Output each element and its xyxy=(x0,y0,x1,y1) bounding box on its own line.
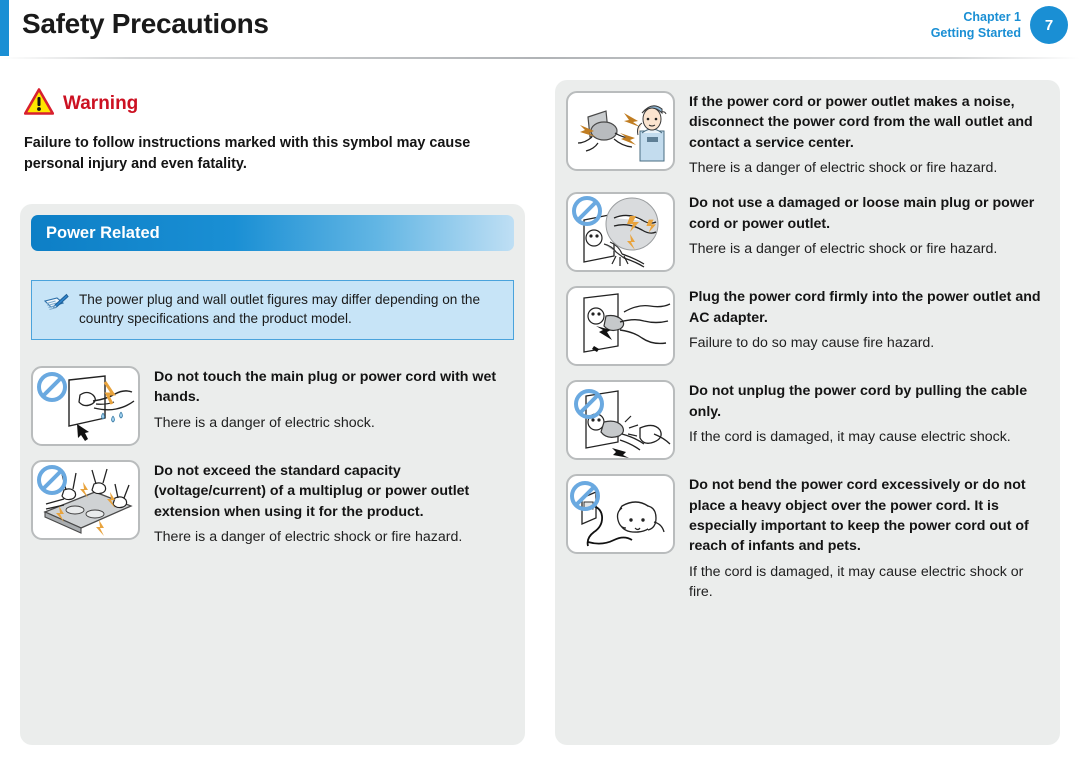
list-item: If the power cord or power outlet makes … xyxy=(566,91,1054,178)
warning-heading: Warning xyxy=(23,88,524,120)
page-number-badge: 7 xyxy=(1030,6,1068,44)
list-item-text: If the power cord or power outlet makes … xyxy=(689,91,1046,178)
note-pen-icon xyxy=(42,292,70,329)
list-item-desc: There is a danger of electric shock or f… xyxy=(689,159,998,176)
list-item-title: Do not unplug the power cord by pulling … xyxy=(689,383,1028,420)
left-item-list: Do not touch the main plug or power cord… xyxy=(31,366,519,561)
list-item-text: Do not bend the power cord excessively o… xyxy=(689,474,1046,602)
right-panel: If the power cord or power outlet makes … xyxy=(555,80,1060,745)
section-header-bar: Power Related xyxy=(31,215,514,251)
list-item-title: Do not touch the main plug or power cord… xyxy=(154,369,497,406)
warning-triangle-icon xyxy=(23,88,55,120)
pull-cable-icon xyxy=(566,380,675,461)
list-item-text: Do not use a damaged or loose main plug … xyxy=(689,192,1046,272)
right-item-list: If the power cord or power outlet makes … xyxy=(566,91,1054,616)
page-title: Safety Precautions xyxy=(22,8,269,39)
header-chapter-info: Chapter 1 Getting Started 7 xyxy=(931,6,1068,44)
list-item: Do not unplug the power cord by pulling … xyxy=(566,380,1054,461)
list-item-title: Plug the power cord firmly into the powe… xyxy=(689,289,1041,326)
warning-label: Warning xyxy=(63,93,139,114)
header-divider xyxy=(0,57,1080,59)
list-item-desc: If the cord is damaged, it may cause ele… xyxy=(689,563,1024,600)
plug-firmly-icon xyxy=(566,286,675,367)
chapter-lines: Chapter 1 Getting Started xyxy=(931,9,1021,41)
list-item-title: Do not use a damaged or loose main plug … xyxy=(689,195,1035,232)
note-box: The power plug and wall outlet figures m… xyxy=(31,280,514,340)
service-center-call-icon xyxy=(566,91,675,171)
list-item-text: Do not unplug the power cord by pulling … xyxy=(689,380,1046,460)
list-item-text: Do not touch the main plug or power cord… xyxy=(154,366,511,446)
wet-hands-plug-icon xyxy=(31,366,140,446)
multiplug-overload-icon xyxy=(31,460,140,540)
warning-description: Failure to follow instructions marked wi… xyxy=(24,135,471,172)
note-text: The power plug and wall outlet figures m… xyxy=(79,292,481,327)
list-item: Do not use a damaged or loose main plug … xyxy=(566,192,1054,273)
list-item: Plug the power cord firmly into the powe… xyxy=(566,286,1054,367)
page-header: Safety Precautions Chapter 1 Getting Sta… xyxy=(0,0,1080,58)
list-item-title: Do not bend the power cord excessively o… xyxy=(689,477,1029,555)
list-item: Do not bend the power cord excessively o… xyxy=(566,474,1054,602)
warning-block: Warning Failure to follow instructions m… xyxy=(23,88,524,174)
list-item-title: If the power cord or power outlet makes … xyxy=(689,94,1033,151)
left-panel: Power Related The power plug and wall ou… xyxy=(20,204,525,745)
header-accent-bar xyxy=(0,0,9,56)
list-item-desc: Failure to do so may cause fire hazard. xyxy=(689,334,935,351)
list-item-title: Do not exceed the standard capacity (vol… xyxy=(154,463,470,520)
list-item-text: Do not exceed the standard capacity (vol… xyxy=(154,460,511,547)
list-item: Do not touch the main plug or power cord… xyxy=(31,366,519,446)
section-label: Getting Started xyxy=(930,26,1021,40)
list-item-text: Plug the power cord firmly into the powe… xyxy=(689,286,1046,366)
list-item: Do not exceed the standard capacity (vol… xyxy=(31,460,519,547)
bend-cord-pet-icon xyxy=(566,474,675,555)
list-item-desc: There is a danger of electric shock or f… xyxy=(154,528,463,545)
manual-page: Safety Precautions Chapter 1 Getting Sta… xyxy=(0,0,1080,766)
list-item-desc: There is a danger of electric shock or f… xyxy=(689,240,998,257)
list-item-desc: If the cord is damaged, it may cause ele… xyxy=(689,428,1011,445)
chapter-label: Chapter 1 xyxy=(963,10,1021,24)
list-item-desc: There is a danger of electric shock. xyxy=(154,414,375,431)
damaged-plug-icon xyxy=(566,192,675,273)
section-title: Power Related xyxy=(46,223,160,242)
